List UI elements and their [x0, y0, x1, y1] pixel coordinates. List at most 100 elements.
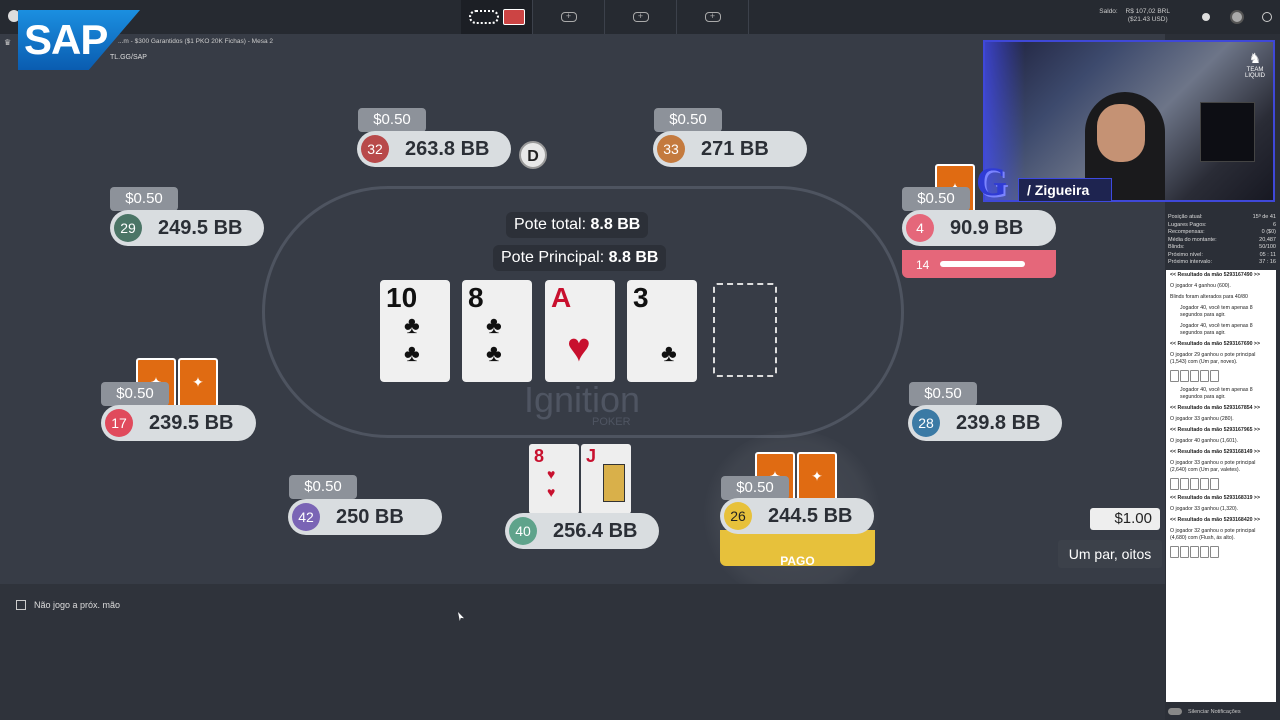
stat-value: 0 ($0) — [1261, 229, 1276, 235]
streamer-face — [1097, 104, 1145, 162]
pot-main-value: 8.8 BB — [608, 249, 659, 266]
tournament-stats: Posição atual: 15º de 41 Lugares Pagos: 6 … — [1168, 214, 1276, 267]
tab-current-table[interactable] — [461, 0, 533, 34]
log-entry: Jogador 40, você tem apenas 8 segundos p… — [1180, 387, 1253, 400]
bet-amount-input[interactable]: $1.00 — [1090, 508, 1160, 530]
seat-17[interactable]: 17 239.5 BB — [101, 405, 256, 441]
log-hand-cards — [1170, 546, 1272, 558]
bet-chip: $0.50 — [289, 475, 357, 499]
stack-amount: 256.4 BB — [553, 520, 638, 542]
club-icon: ♣ — [661, 340, 677, 367]
log-entry: << Resultado da mão 5293168420 >> — [1170, 517, 1260, 523]
stack-amount: 249.5 BB — [158, 217, 243, 239]
seat-number: 33 — [657, 135, 685, 163]
seat-28[interactable]: 28 239.8 BB — [908, 405, 1062, 441]
stack-amount: 239.8 BB — [956, 412, 1041, 434]
jack-face-icon — [603, 464, 625, 502]
table-brand: Ignition — [523, 379, 641, 420]
stat-row: Blinds: 50/100 — [1168, 244, 1276, 252]
heart-icon: ♥ — [547, 466, 556, 482]
lobby-icon[interactable] — [1230, 10, 1244, 24]
card-back: ✦ — [178, 358, 218, 410]
card-rank: 3 — [633, 282, 649, 313]
log-entry: << Resultado da mão 5293167965 >> — [1170, 427, 1260, 433]
seat-number: 4 — [906, 214, 934, 242]
stat-value: 15º de 41 — [1252, 214, 1276, 220]
log-entry: O jogador 4 ganhou (600). — [1170, 283, 1231, 289]
table-tabs: + + + — [461, 0, 749, 34]
log-entry: O jogador 40 ganhou (1,601). — [1170, 438, 1239, 444]
log-entry: Jogador 40, você tem apenas 8 segundos p… — [1180, 323, 1253, 336]
horse-icon: ♞ — [1248, 50, 1262, 66]
timer-seconds: 14 — [916, 258, 930, 272]
sit-out-checkbox[interactable] — [16, 600, 26, 610]
brand-tag: TL.GG/SAP — [110, 54, 147, 61]
tab-add-table-3[interactable]: + — [677, 0, 749, 34]
log-entry: O jogador 33 ganhou (1,320). — [1170, 506, 1239, 512]
card-rank: 8 — [534, 446, 545, 466]
bet-chip: $0.50 — [909, 382, 977, 406]
add-table-icon: + — [632, 12, 649, 22]
stat-value: 6 — [1272, 221, 1276, 228]
seat-number: 32 — [361, 135, 389, 163]
pot-total-value: 8.8 BB — [590, 216, 641, 233]
team-logo-text: TEAM LIQUID — [1244, 67, 1265, 79]
mute-notifications-label: Silenciar Notificações — [1166, 704, 1280, 720]
stat-value: 50/100 — [1259, 244, 1276, 250]
monitor-image — [1200, 102, 1255, 162]
log-hand-cards — [1170, 370, 1272, 382]
pot-main-label: Pote Principal: — [501, 249, 605, 266]
stack-amount: 90.9 BB — [950, 217, 1024, 239]
seat-33[interactable]: 33 271 BB — [653, 131, 807, 167]
seat-number: 17 — [105, 409, 133, 437]
stack-amount: 271 BB — [701, 138, 769, 160]
card-rank: 8 — [468, 282, 484, 313]
stack-amount: 263.8 BB — [405, 138, 490, 160]
stat-label: Média do montante: — [1168, 236, 1217, 243]
seat-4[interactable]: 4 90.9 BB — [902, 210, 1056, 246]
card-rank: J — [586, 446, 597, 466]
table-title: ...m - $300 Garantidos ($1 PKO 20K Ficha… — [118, 38, 273, 45]
stat-row: Média do montante: 20,487 — [1168, 237, 1276, 245]
balance-label: Saldo: — [1099, 8, 1118, 15]
log-entry: << Resultado da mão 5293167854 >> — [1170, 405, 1260, 411]
seat-42[interactable]: 42 250 BB — [288, 499, 442, 535]
log-entry: << Resultado da mão 5293167690 >> — [1170, 341, 1260, 347]
bet-chip: $0.50 — [358, 108, 426, 132]
stat-value: 37 : 16 — [1259, 259, 1276, 265]
club-icon: ♣ — [486, 312, 502, 339]
trophy-icon: ♛ — [4, 38, 12, 47]
board-card-1: 10 ♣ ♣ — [380, 280, 450, 382]
stat-label: Próximo intervalo: — [1168, 259, 1213, 265]
seat-26[interactable]: 26 244.5 BB — [720, 498, 874, 534]
mini-cards-icon — [502, 9, 525, 25]
tab-add-table-1[interactable]: + — [533, 0, 605, 34]
heart-icon: ♥ — [547, 484, 556, 500]
seat-40-hero[interactable]: 40 256.4 BB — [505, 513, 659, 549]
club-icon: ♣ — [404, 340, 420, 367]
log-entry: << Resultado da mão 5293168319 >> — [1170, 495, 1260, 501]
seat-32[interactable]: 32 263.8 BB — [357, 131, 511, 167]
bet-chip: $0.50 — [110, 187, 178, 211]
hand-history-log[interactable]: << Resultado da mão 5293167490 >> O joga… — [1166, 270, 1276, 702]
board-card-4: 3 ♣ — [627, 280, 697, 382]
seat-number: 42 — [292, 503, 320, 531]
stat-row: Recompensas: 0 ($0) — [1168, 229, 1276, 237]
stack-amount: 244.5 BB — [768, 505, 853, 527]
called-indicator: PAGO — [720, 530, 875, 566]
stat-row: Próximo intervalo: 37 : 16 — [1168, 259, 1276, 267]
balance-usd: ($21.43 USD) — [1127, 16, 1168, 23]
mute-notifications-toggle[interactable] — [1168, 708, 1182, 715]
pot-total: Pote total: 8.8 BB — [506, 212, 649, 238]
seat-29[interactable]: 29 249.5 BB — [110, 210, 264, 246]
seat-number: 26 — [724, 502, 752, 530]
seat-number: 29 — [114, 214, 142, 242]
settings-icon[interactable] — [1262, 12, 1272, 22]
log-entry: << Resultado da mão 5293168149 >> — [1170, 449, 1260, 455]
tab-add-table-2[interactable]: + — [605, 0, 677, 34]
add-table-icon: + — [704, 12, 721, 22]
refresh-icon[interactable] — [1202, 13, 1210, 21]
seat-number: 28 — [912, 409, 940, 437]
add-table-icon: + — [560, 12, 577, 22]
stat-row: Próximo nível: 05 : 11 — [1168, 252, 1276, 260]
